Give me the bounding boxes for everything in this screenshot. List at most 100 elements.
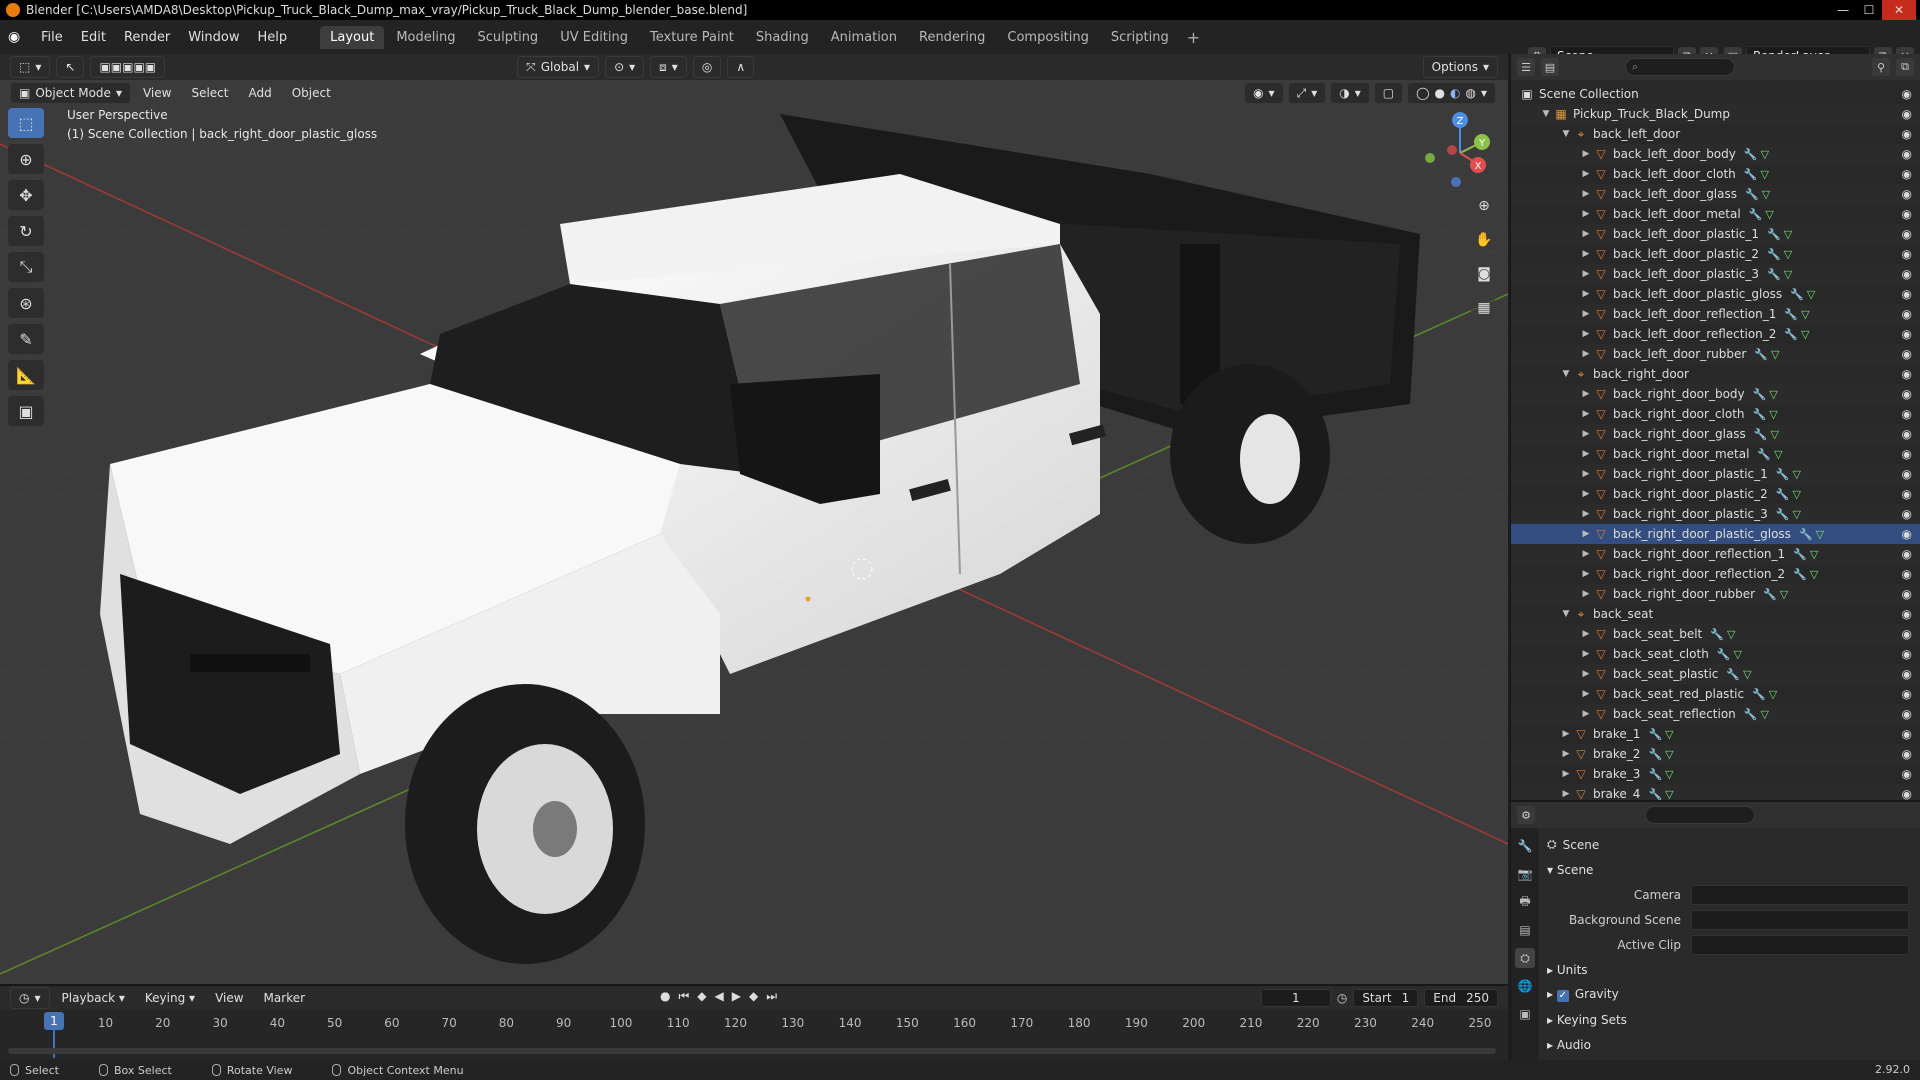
scene-tab-icon[interactable]: ⛭ bbox=[1515, 948, 1535, 968]
selection-mode-group[interactable]: ▣▣▣▣▣ bbox=[90, 56, 166, 78]
outliner-object-row[interactable]: ▶ ▽ back_left_door_plastic_2 🔧 ▽ ◉ bbox=[1511, 244, 1920, 264]
mesh-data-icon[interactable]: ▽ bbox=[1810, 548, 1818, 561]
expand-open-icon[interactable]: ▼ bbox=[1539, 109, 1553, 119]
visibility-eye-icon[interactable]: ◉ bbox=[1902, 727, 1912, 741]
modifier-wrench-icon[interactable]: 🔧 bbox=[1767, 268, 1781, 281]
expand-closed-icon[interactable]: ▶ bbox=[1579, 149, 1593, 159]
visibility-eye-icon[interactable]: ◉ bbox=[1902, 787, 1912, 801]
mesh-data-icon[interactable]: ▽ bbox=[1792, 488, 1800, 501]
outliner-object-row[interactable]: ▶ ▽ back_right_door_plastic_gloss 🔧 ▽ ◉ bbox=[1511, 524, 1920, 544]
gizmo-toggle[interactable]: ⤢ ▾ bbox=[1287, 82, 1327, 104]
modifier-wrench-icon[interactable]: 🔧 bbox=[1648, 788, 1662, 801]
mesh-data-icon[interactable]: ▽ bbox=[1769, 388, 1777, 401]
modifier-wrench-icon[interactable]: 🔧 bbox=[1744, 168, 1758, 181]
mesh-data-icon[interactable]: ▽ bbox=[1801, 308, 1809, 321]
visibility-eye-icon[interactable]: ◉ bbox=[1902, 347, 1912, 361]
expand-closed-icon[interactable]: ▶ bbox=[1579, 669, 1593, 679]
expand-closed-icon[interactable]: ▶ bbox=[1579, 409, 1593, 419]
mesh-data-icon[interactable]: ▽ bbox=[1810, 568, 1818, 581]
new-collection-icon[interactable]: ⧉ bbox=[1896, 58, 1914, 76]
modifier-wrench-icon[interactable]: 🔧 bbox=[1776, 488, 1790, 501]
modifier-wrench-icon[interactable]: 🔧 bbox=[1763, 588, 1777, 601]
render-tab-icon[interactable]: 📷 bbox=[1515, 864, 1535, 884]
expand-open-icon[interactable]: ▼ bbox=[1559, 369, 1573, 379]
visibility-eye-icon[interactable]: ◉ bbox=[1902, 407, 1912, 421]
world-tab-icon[interactable]: 🌐 bbox=[1515, 976, 1535, 996]
outliner-editor-icon[interactable]: ☰ bbox=[1517, 58, 1535, 76]
visibility-dropdown[interactable]: ◉ ▾ bbox=[1244, 82, 1284, 104]
outliner-object-row[interactable]: ▶ ▽ brake_2 🔧 ▽ ◉ bbox=[1511, 744, 1920, 764]
expand-closed-icon[interactable]: ▶ bbox=[1579, 169, 1593, 179]
minimize-icon[interactable]: — bbox=[1830, 0, 1856, 20]
timeline-editor-type[interactable]: ◷ ▾ bbox=[10, 987, 50, 1009]
expand-closed-icon[interactable]: ▶ bbox=[1559, 729, 1573, 739]
outliner-object-row[interactable]: ▶ ▽ brake_1 🔧 ▽ ◉ bbox=[1511, 724, 1920, 744]
modifier-wrench-icon[interactable]: 🔧 bbox=[1717, 648, 1731, 661]
filter-icon[interactable]: ⚲ bbox=[1872, 58, 1890, 76]
visibility-eye-icon[interactable]: ◉ bbox=[1902, 427, 1912, 441]
workspace-tab-shading[interactable]: Shading bbox=[746, 26, 819, 49]
mesh-data-icon[interactable]: ▽ bbox=[1665, 728, 1673, 741]
menu-window[interactable]: Window bbox=[179, 30, 248, 45]
visibility-eye-icon[interactable]: ◉ bbox=[1902, 547, 1912, 561]
mesh-data-icon[interactable]: ▽ bbox=[1780, 588, 1788, 601]
visibility-eye-icon[interactable]: ◉ bbox=[1902, 207, 1912, 221]
mesh-data-icon[interactable]: ▽ bbox=[1760, 168, 1768, 181]
falloff-dropdown[interactable]: ∧ bbox=[727, 56, 755, 78]
viewport-menu-view[interactable]: View bbox=[135, 86, 179, 100]
workspace-tab-sculpting[interactable]: Sculpting bbox=[467, 26, 548, 49]
visibility-eye-icon[interactable]: ◉ bbox=[1902, 387, 1912, 401]
expand-closed-icon[interactable]: ▶ bbox=[1579, 209, 1593, 219]
expand-closed-icon[interactable]: ▶ bbox=[1579, 489, 1593, 499]
outliner-collection-row[interactable]: ▼ ▦ Pickup_Truck_Black_Dump ◉ bbox=[1511, 104, 1920, 124]
camera-field[interactable] bbox=[1691, 884, 1909, 905]
visibility-eye-icon[interactable]: ◉ bbox=[1902, 187, 1912, 201]
snap-dropdown[interactable]: ⧈ ▾ bbox=[650, 56, 687, 78]
mesh-data-icon[interactable]: ▽ bbox=[1727, 628, 1735, 641]
gravity-checkbox[interactable]: ✓ bbox=[1556, 990, 1569, 1002]
scale-tool[interactable]: ⤡ bbox=[8, 252, 44, 282]
modifier-wrench-icon[interactable]: 🔧 bbox=[1648, 768, 1662, 781]
pivot-point-dropdown[interactable]: ⊙ ▾ bbox=[605, 56, 645, 78]
visibility-eye-icon[interactable]: ◉ bbox=[1902, 167, 1912, 181]
modifier-wrench-icon[interactable]: 🔧 bbox=[1799, 528, 1813, 541]
pan-hand-icon[interactable]: ✋ bbox=[1470, 226, 1498, 254]
expand-closed-icon[interactable]: ▶ bbox=[1579, 509, 1593, 519]
visibility-eye-icon[interactable]: ◉ bbox=[1902, 707, 1912, 721]
visibility-eye-icon[interactable]: ◉ bbox=[1902, 767, 1912, 781]
outliner-collection-row[interactable]: ▼ ⌖ back_left_door ◉ bbox=[1511, 124, 1920, 144]
outliner-object-row[interactable]: ▶ ▽ back_left_door_glass 🔧 ▽ ◉ bbox=[1511, 184, 1920, 204]
end-frame-field[interactable]: End 250 bbox=[1424, 989, 1498, 1007]
mesh-data-icon[interactable]: ▽ bbox=[1784, 268, 1792, 281]
outliner-object-row[interactable]: ▶ ▽ brake_3 🔧 ▽ ◉ bbox=[1511, 764, 1920, 784]
modifier-wrench-icon[interactable]: 🔧 bbox=[1745, 188, 1759, 201]
root-eye-icon[interactable]: ◉ bbox=[1902, 87, 1912, 101]
visibility-eye-icon[interactable]: ◉ bbox=[1902, 507, 1912, 521]
mesh-data-icon[interactable]: ▽ bbox=[1761, 708, 1769, 721]
properties-editor-icon[interactable]: ⚙ bbox=[1517, 806, 1535, 824]
mesh-data-icon[interactable]: ▽ bbox=[1762, 188, 1770, 201]
visibility-eye-icon[interactable]: ◉ bbox=[1902, 467, 1912, 481]
modifier-wrench-icon[interactable]: 🔧 bbox=[1784, 328, 1798, 341]
mesh-data-icon[interactable]: ▽ bbox=[1784, 248, 1792, 261]
expand-closed-icon[interactable]: ▶ bbox=[1579, 329, 1593, 339]
transform-tool[interactable]: ⊛ bbox=[8, 288, 44, 318]
modifier-wrench-icon[interactable]: 🔧 bbox=[1648, 748, 1662, 761]
visibility-eye-icon[interactable]: ◉ bbox=[1902, 747, 1912, 761]
expand-closed-icon[interactable]: ▶ bbox=[1579, 649, 1593, 659]
move-tool[interactable]: ✥ bbox=[8, 180, 44, 210]
close-icon[interactable]: ✕ bbox=[1882, 0, 1916, 20]
workspace-tab-scripting[interactable]: Scripting bbox=[1101, 26, 1179, 49]
expand-closed-icon[interactable]: ▶ bbox=[1579, 309, 1593, 319]
visibility-eye-icon[interactable]: ◉ bbox=[1902, 527, 1912, 541]
expand-closed-icon[interactable]: ▶ bbox=[1579, 589, 1593, 599]
shading-modes[interactable]: ◯ ● ◐ ◍ ▾ bbox=[1407, 82, 1496, 104]
view-layer-tab-icon[interactable]: ▤ bbox=[1515, 920, 1535, 940]
expand-closed-icon[interactable]: ▶ bbox=[1579, 529, 1593, 539]
outliner-object-row[interactable]: ▶ ▽ back_seat_red_plastic 🔧 ▽ ◉ bbox=[1511, 684, 1920, 704]
visibility-eye-icon[interactable]: ◉ bbox=[1902, 327, 1912, 341]
menu-file[interactable]: File bbox=[32, 30, 72, 45]
expand-closed-icon[interactable]: ▶ bbox=[1579, 289, 1593, 299]
outliner-object-row[interactable]: ▶ ▽ back_right_door_plastic_1 🔧 ▽ ◉ bbox=[1511, 464, 1920, 484]
visibility-eye-icon[interactable]: ◉ bbox=[1902, 367, 1912, 381]
